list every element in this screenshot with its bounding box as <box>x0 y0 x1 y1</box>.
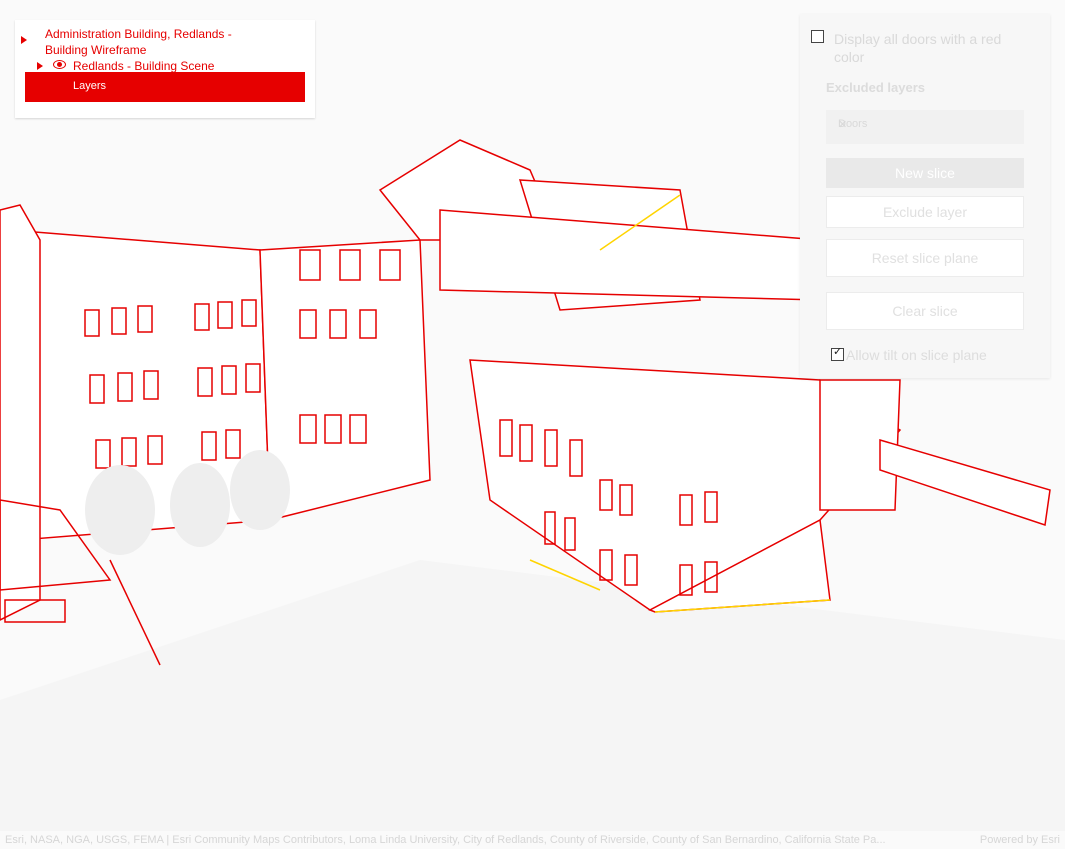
allow-tilt-checkbox-row[interactable]: Allow tilt on slice plane <box>831 345 987 363</box>
slice-widget-panel: Display all doors with a red color Exclu… <box>800 14 1050 378</box>
allow-tilt-checkbox[interactable] <box>831 345 844 361</box>
excluded-layer-item: Doors ✕ <box>826 110 1024 144</box>
attribution-text[interactable]: Esri, NASA, NGA, USGS, FEMA | Esri Commu… <box>5 834 950 846</box>
reset-slice-plane-button[interactable]: Reset slice plane <box>826 239 1024 277</box>
caret-right-icon[interactable] <box>21 36 27 44</box>
allow-tilt-label: Allow tilt on slice plane <box>846 347 987 363</box>
clear-slice-button[interactable]: Clear slice <box>826 292 1024 330</box>
doors-red-checkbox-row[interactable]: Display all doors with a red color <box>811 30 1031 66</box>
caret-right-icon[interactable] <box>37 62 43 70</box>
powered-by-link[interactable]: Powered by Esri <box>980 834 1060 846</box>
map-attribution: Esri, NASA, NGA, USGS, FEMA | Esri Commu… <box>0 831 1065 849</box>
excluded-layers-heading: Excluded layers <box>826 80 925 95</box>
doors-red-checkbox-label: Display all doors with a red color <box>834 31 1002 65</box>
layer-list-item-wireframe[interactable]: Administration Building, Redlands - Buil… <box>15 26 315 62</box>
selected-layer-title: Layers <box>73 80 107 92</box>
layer-list-widget: Administration Building, Redlands - Buil… <box>15 20 315 118</box>
layer-title-wireframe: Administration Building, Redlands - Buil… <box>45 27 232 57</box>
close-icon[interactable]: ✕ <box>838 118 1014 131</box>
exclude-layer-button[interactable]: Exclude layer <box>826 196 1024 228</box>
doors-red-checkbox[interactable] <box>811 30 824 43</box>
new-slice-button[interactable]: New slice <box>826 158 1024 188</box>
eye-icon[interactable] <box>53 60 66 69</box>
layer-list-selected-item[interactable]: Layers <box>25 72 305 102</box>
